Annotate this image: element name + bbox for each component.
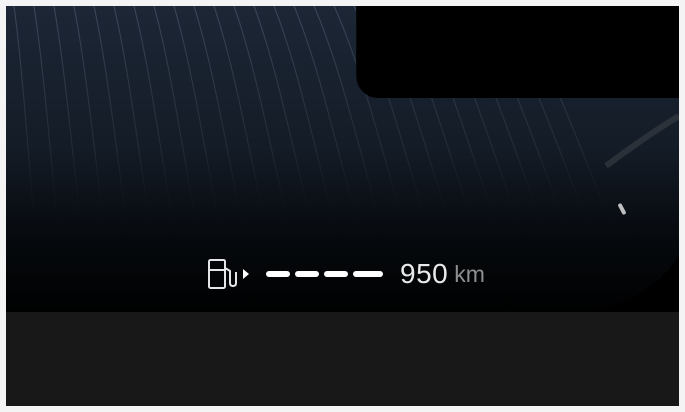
lower-bezel: [6, 312, 679, 406]
info-panel: [356, 6, 679, 98]
fuel-pump-icon: [206, 256, 258, 292]
range-segment: [353, 271, 383, 277]
range-gauge: [266, 271, 383, 277]
range-unit: km: [454, 261, 485, 287]
range-segment: [266, 271, 290, 277]
range-value: 950: [400, 258, 449, 289]
cluster-display: 950 km: [6, 6, 679, 318]
instrument-cluster: 950 km: [6, 6, 679, 406]
range-segment: [324, 271, 348, 277]
fuel-range-indicator: 950 km: [206, 256, 485, 292]
range-segment: [295, 271, 319, 277]
